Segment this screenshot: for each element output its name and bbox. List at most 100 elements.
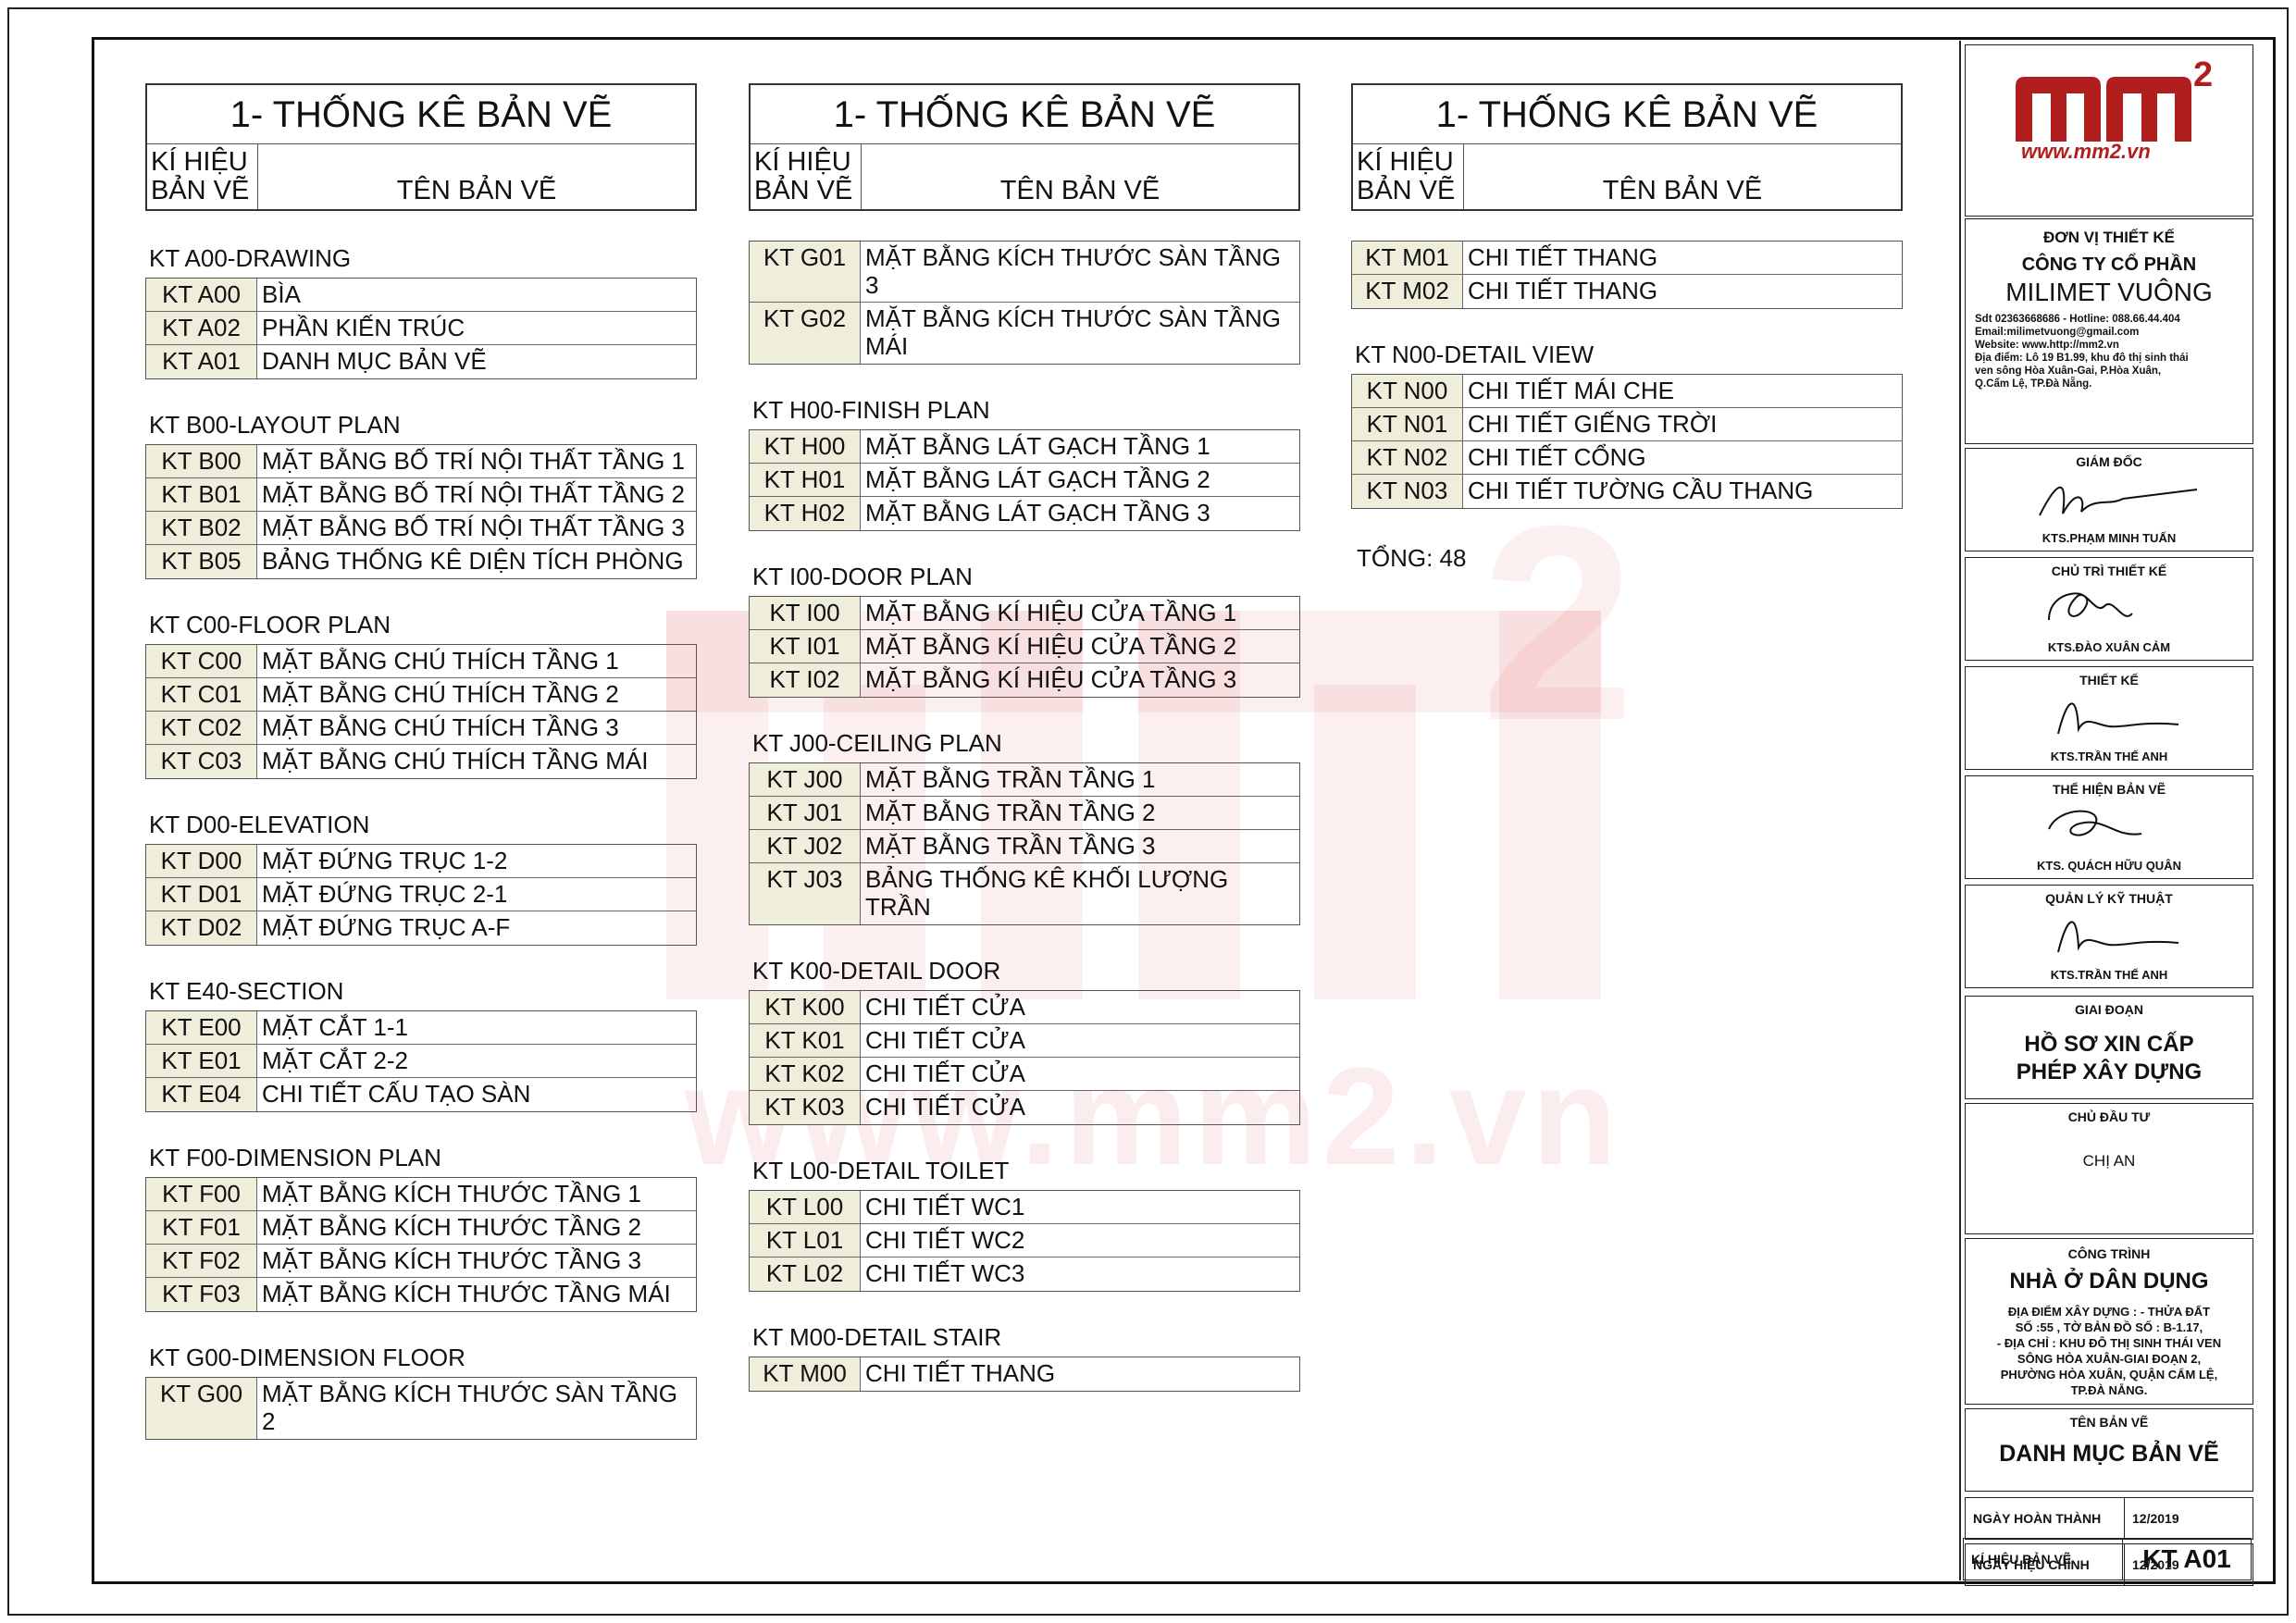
group-title: KT N00-DETAIL VIEW [1355,341,1595,368]
drawing-name: CHI TIẾT WC3 [865,1259,1025,1287]
table-row: KT F00 MẶT BẰNG KÍCH THƯỚC TẦNG 1 [146,1178,696,1211]
group-title: KT C00-FLOOR PLAN [149,611,391,638]
column-header: 1- THỐNG KÊ BẢN VẼ KÍ HIỆU BẢN VẼ TÊN BẢN… [749,83,1300,211]
group-title: KT G00-DIMENSION FLOOR [149,1344,465,1371]
unit-label: ĐƠN VỊ THIẾT KẾ [2042,229,2175,246]
group-title: KT J00-CEILING PLAN [752,729,1002,757]
signature-box: GIÁM ĐỐC KTS.PHẠM MINH TUẤN [1965,448,2253,551]
svg-text:2: 2 [2193,58,2213,94]
watermark-sup: 2 [1481,467,1635,778]
drawing-list-table: KT B00 MẶT BẰNG BỐ TRÍ NỘI THẤT TẦNG 1 KT … [145,444,697,579]
drawing-name: BÌA [262,280,301,308]
table-row: KT J02 MẶT BẰNG TRẦN TẦNG 3 [750,830,1299,863]
drawing-code: KT B02 [146,512,257,544]
drawing-list-table: KT J00 MẶT BẰNG TRẦN TẦNG 1 KT J01 MẶT BẰNG… [749,762,1300,925]
table-row: KT G01 MẶT BẰNG KÍCH THƯỚC SÀN TẦNG 3 [750,242,1299,303]
contact-line: Q.Cẩm Lệ, TP.Đà Nẵng. [1975,378,2092,390]
contact-line: ven sông Hòa Xuân-Gai, P.Hòa Xuân, [1975,365,2162,377]
table-row: KT D02 MẶT ĐỨNG TRỤC A-F [146,911,696,945]
drawing-name: MẶT BẰNG KÍ HIỆU CỬA TẦNG 3 [865,665,1237,693]
drawing-code: KT B00 [146,445,257,477]
header-code-label: KÍ HIỆU BẢN VẼ [751,144,862,209]
column-header: 1- THỐNG KÊ BẢN VẼ KÍ HIỆU BẢN VẼ TÊN BẢN… [145,83,697,211]
drawing-code: KT F02 [146,1245,257,1277]
table-row: KT N03 CHI TIẾT TƯỜNG CẦU THANG [1352,475,1902,508]
drawing-list-table: KT D00 MẶT ĐỨNG TRỤC 1-2 KT D01 MẶT ĐỨNG TR… [145,844,697,946]
drawing-list-table: KT F00 MẶT BẰNG KÍCH THƯỚC TẦNG 1 KT F01 MẶ… [145,1177,697,1312]
signature-name: KTS. QUÁCH HỮU QUÂN [2037,859,2181,873]
signature-role: THIẾT KẾ [2079,673,2139,688]
drawing-list-table: KT E00 MẶT CẮT 1-1 KT E01 MẶT CẮT 2-2 KT E04… [145,1010,697,1112]
table-row: KT N00 CHI TIẾT MÁI CHE [1352,375,1902,408]
drawing-code: KT K03 [750,1091,861,1124]
drawing-code: KT F03 [146,1278,257,1311]
drawing-code: KT I01 [750,630,861,663]
drawing-code: KT N02 [1352,441,1463,474]
table-row: KT K01 CHI TIẾT CỬA [750,1024,1299,1058]
group-title: KT H00-FINISH PLAN [752,396,990,424]
table-row: KT B00 MẶT BẰNG BỐ TRÍ NỘI THẤT TẦNG 1 [146,445,696,478]
sheet-code-label: KÍ HIỆU BẢN VẼ [1964,1539,2123,1580]
drawing-name: MẶT BẰNG KÍCH THƯỚC SÀN TẦNG 3 [865,243,1282,299]
project-label: CÔNG TRÌNH [2067,1246,2151,1261]
drawing-name: MẶT ĐỨNG TRỤC 2-1 [262,880,508,908]
header-name-label: TÊN BẢN VẼ [999,176,1160,205]
drawing-code: KT K01 [750,1024,861,1057]
drawing-code: KT I00 [750,597,861,629]
signature-icon [2057,702,2179,735]
contact-info: Sdt 02363668686 - Hotline: 088.66.44.404… [1966,307,2253,390]
drawing-name: MẶT BẰNG KÍCH THƯỚC TẦNG MÁI [262,1280,671,1307]
phase-box: GIAI ĐOẠN HỒ SƠ XIN CẤP PHÉP XÂY DỰNG [1965,996,2253,1099]
address-line: SỐ :55 , TỜ BẢN ĐỒ SỐ : B-1.17, [2015,1320,2203,1334]
title-block: 2 www.mm2.vn ĐƠN VỊ THIẾT KẾ CÔNG TY CỔ … [1959,41,2253,1586]
drawing-code: KT J00 [750,763,861,796]
signature-name: KTS.TRẦN THẾ ANH [2050,750,2168,763]
column-header: 1- THỐNG KÊ BẢN VẼ KÍ HIỆU BẢN VẼ TÊN BẢN… [1351,83,1903,211]
drawing-name: BẢNG THỐNG KÊ KHỐI LƯỢNG TRẦN [865,865,1229,921]
drawing-name: MẶT BẰNG BỐ TRÍ NỘI THẤT TẦNG 2 [262,480,686,508]
table-row: KT G00 MẶT BẰNG KÍCH THƯỚC SÀN TẦNG 2 [146,1378,696,1439]
drawing-list-table: KT M00 CHI TIẾT THANG [749,1357,1300,1392]
signature-name: KTS.TRẦN THẾ ANH [2050,968,2168,982]
table-row: KT A00 BÌA [146,279,696,312]
table-row: KT C02 MẶT BẰNG CHÚ THÍCH TẦNG 3 [146,712,696,745]
drawing-code: KT N00 [1352,375,1463,407]
drawing-code: KT E01 [146,1045,257,1077]
table-row: KT N02 CHI TIẾT CỔNG [1352,441,1902,475]
signature-icon [2039,486,2198,516]
group-title: KT F00-DIMENSION PLAN [149,1144,441,1171]
header-code-label: KÍ HIỆU BẢN VẼ [1353,144,1464,209]
drawing-name: MẶT CẮT 1-1 [262,1013,408,1041]
table-row: KT C00 MẶT BẰNG CHÚ THÍCH TẦNG 1 [146,645,696,678]
completed-date-row: NGÀY HOÀN THÀNH 12/2019 [1965,1497,2253,1540]
drawing-name-box: TÊN BẢN VẼ DANH MỤC BẢN VẼ [1965,1408,2253,1492]
contact-line: Website: www.http://mm2.vn [1975,340,2119,351]
drawing-code: KT M02 [1352,275,1463,308]
address-line: ĐỊA ĐIỂM XÂY DỰNG : - THỬA ĐẤT [2007,1305,2211,1319]
drawing-name: CHI TIẾT CỬA [865,1026,1025,1054]
drawing-name: MẶT BẰNG KÍCH THƯỚC TẦNG 2 [262,1213,642,1241]
drawing-name: CHI TIẾT WC2 [865,1226,1025,1254]
drawing-name: MẶT BẰNG TRẦN TẦNG 2 [865,799,1156,826]
signature-role: GIÁM ĐỐC [2076,454,2142,469]
address-line: SÔNG HÒA XUÂN-GIAI ĐOẠN 2, [2017,1352,2202,1366]
header-name-label: TÊN BẢN VẼ [1602,176,1763,205]
table-row: KT G02 MẶT BẰNG KÍCH THƯỚC SÀN TẦNG MÁI [750,303,1299,364]
drawing-code: KT E04 [146,1078,257,1111]
drawing-name: CHI TIẾT CỔNG [1468,443,1646,471]
drawing-name-label: TÊN BẢN VẼ [2069,1415,2149,1430]
drawing-name: DANH MỤC BẢN VẼ [262,347,487,375]
drawing-name: CHI TIẾT GIẾNG TRỜI [1468,410,1718,438]
table-row: KT F02 MẶT BẰNG KÍCH THƯỚC TẦNG 3 [146,1245,696,1278]
drawing-name: MẶT BẰNG KÍCH THƯỚC TẦNG 3 [262,1246,642,1274]
completed-value: 12/2019 [2132,1511,2179,1526]
drawing-name: MẶT BẰNG CHÚ THÍCH TẦNG MÁI [262,747,649,774]
drawing-name: DANH MỤC BẢN VẼ [1999,1441,2219,1467]
total-count: TỔNG: 48 [1357,544,1467,572]
drawing-list-table: KT C00 MẶT BẰNG CHÚ THÍCH TẦNG 1 KT C01 MẶT… [145,644,697,779]
table-row: KT A01 DANH MỤC BẢN VẼ [146,345,696,378]
phase-line2: PHÉP XÂY DỰNG [2016,1059,2203,1084]
signature-name: KTS.PHẠM MINH TUẤN [2042,531,2177,545]
drawing-name: MẶT BẰNG LÁT GẠCH TẦNG 2 [865,465,1210,493]
drawing-code: KT G02 [750,303,861,364]
